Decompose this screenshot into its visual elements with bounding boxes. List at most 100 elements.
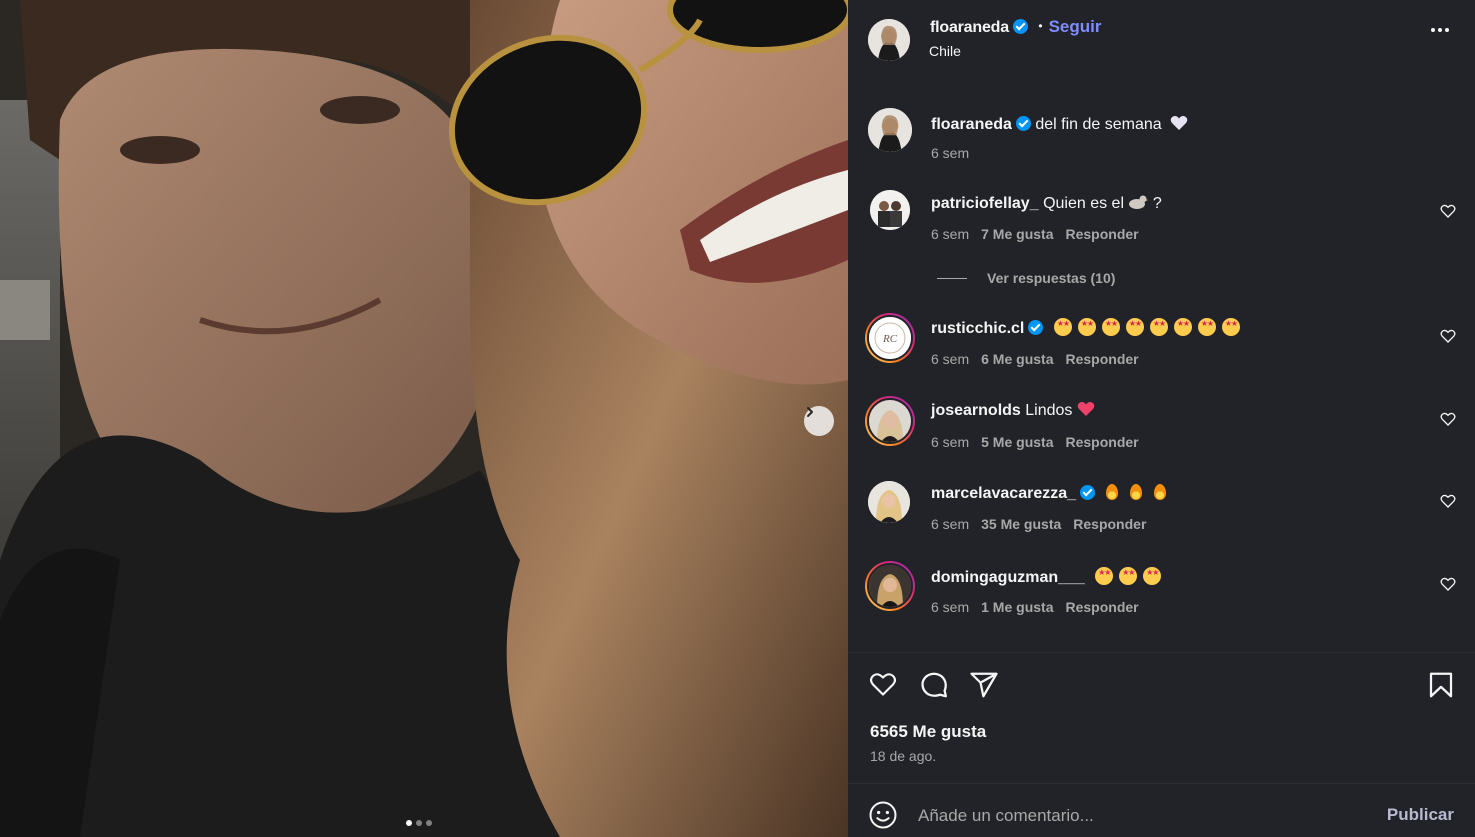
publish-button[interactable]: Publicar bbox=[1387, 805, 1454, 825]
more-icon-dot bbox=[1445, 28, 1449, 32]
comment-time: 6 sem bbox=[931, 351, 970, 367]
fire-emoji-icon bbox=[1129, 483, 1143, 501]
author-username[interactable]: floaraneda bbox=[930, 19, 1009, 36]
commenter-avatar[interactable]: RC bbox=[865, 313, 915, 363]
view-replies-button[interactable]: Ver respuestas (10) bbox=[937, 270, 1115, 286]
commenter-username[interactable]: rusticchic.cl bbox=[931, 320, 1024, 337]
carousel-dot bbox=[416, 820, 422, 826]
comment-text-line: marcelavacarezza_ bbox=[931, 483, 1173, 503]
commenter-username[interactable]: josearnolds bbox=[931, 402, 1021, 419]
comment-meta: 6 sem 1 Me gusta Responder bbox=[931, 599, 1151, 615]
commenter-username[interactable]: domingaguzman___ bbox=[931, 569, 1085, 586]
actions-divider bbox=[848, 652, 1475, 653]
duck-emoji-icon bbox=[1129, 195, 1149, 209]
comment-text-line: rusticchic.cl bbox=[931, 318, 1246, 338]
reply-button[interactable]: Responder bbox=[1065, 226, 1138, 242]
star-struck-emoji-icon bbox=[1197, 318, 1216, 336]
star-struck-emoji-icon bbox=[1173, 318, 1192, 336]
verified-icon bbox=[1028, 320, 1044, 335]
commenter-avatar[interactable] bbox=[865, 396, 915, 446]
comment-input[interactable] bbox=[918, 803, 1358, 829]
post-header: floaraneda • Seguir Chile bbox=[848, 0, 1475, 80]
caption-time: 6 sem bbox=[931, 145, 970, 161]
emoji-icon[interactable] bbox=[868, 800, 898, 830]
comment-time: 6 sem bbox=[931, 599, 970, 615]
post-location[interactable]: Chile bbox=[929, 43, 961, 59]
verified-icon bbox=[1080, 485, 1096, 500]
follow-button[interactable]: Seguir bbox=[1049, 17, 1102, 36]
replies-line bbox=[937, 277, 967, 279]
comments-list[interactable]: floaraneda del fin de semana 6 sem patri… bbox=[848, 80, 1475, 652]
post-photo[interactable] bbox=[0, 0, 848, 837]
comment-time: 6 sem bbox=[931, 226, 970, 242]
caption-meta: 6 sem bbox=[931, 145, 981, 161]
fire-emojis bbox=[1105, 483, 1173, 502]
bookmark-icon[interactable] bbox=[1426, 670, 1456, 700]
comment-meta: 6 sem 7 Me gusta Responder bbox=[931, 226, 1151, 242]
more-options-button[interactable] bbox=[1431, 28, 1449, 32]
carousel-dot bbox=[426, 820, 432, 826]
caption-avatar[interactable] bbox=[868, 108, 912, 152]
likes-count[interactable]: 6565 Me gusta bbox=[870, 722, 986, 742]
view-replies-label: Ver respuestas (10) bbox=[987, 270, 1116, 286]
commenter-username[interactable]: marcelavacarezza_ bbox=[931, 485, 1076, 502]
share-icon[interactable] bbox=[969, 670, 999, 700]
verified-icon bbox=[1012, 19, 1028, 34]
comment-likes[interactable]: 5 Me gusta bbox=[981, 434, 1053, 450]
comment-text-line: josearnolds Lindos bbox=[931, 401, 1095, 420]
comment-text-line: domingaguzman___ bbox=[931, 567, 1167, 587]
comment-text: Quien es el bbox=[1043, 195, 1124, 212]
comment-likes[interactable]: 1 Me gusta bbox=[981, 599, 1053, 615]
star-struck-emoji-icon bbox=[1221, 318, 1240, 336]
photo-illustration bbox=[0, 0, 848, 837]
heart-icon[interactable] bbox=[1440, 203, 1456, 219]
commenter-username[interactable]: patriciofellay_ bbox=[931, 195, 1039, 212]
reply-button[interactable]: Responder bbox=[1065, 599, 1138, 615]
post-side-panel: floaraneda • Seguir Chile floaraneda del … bbox=[848, 0, 1475, 837]
white-heart-emoji-icon bbox=[1170, 116, 1188, 130]
heart-icon[interactable] bbox=[1440, 328, 1456, 344]
commenter-avatar[interactable] bbox=[868, 481, 910, 523]
heart-icon[interactable] bbox=[1440, 411, 1456, 427]
carousel-dot bbox=[406, 820, 412, 826]
reply-button[interactable]: Responder bbox=[1065, 434, 1138, 450]
like-heart-icon[interactable] bbox=[868, 670, 898, 698]
carousel-next-button[interactable] bbox=[804, 406, 834, 436]
fire-emoji-icon bbox=[1153, 483, 1167, 501]
author-line: floaraneda • Seguir bbox=[930, 17, 1101, 37]
star-struck-emoji-icon bbox=[1125, 318, 1144, 336]
caption-text-line: floaraneda del fin de semana bbox=[931, 115, 1188, 134]
star-struck-emoji-icon bbox=[1095, 567, 1114, 585]
comment-divider bbox=[848, 783, 1475, 784]
comment-time: 6 sem bbox=[931, 434, 970, 450]
author-avatar[interactable] bbox=[868, 19, 910, 61]
comment-likes[interactable]: 35 Me gusta bbox=[981, 516, 1061, 532]
reply-button[interactable]: Responder bbox=[1065, 351, 1138, 367]
add-comment-bar: Publicar bbox=[848, 795, 1475, 837]
comment-time: 6 sem bbox=[931, 516, 970, 532]
star-struck-emojis bbox=[1095, 567, 1167, 586]
comment-likes[interactable]: 6 Me gusta bbox=[981, 351, 1053, 367]
comment-icon[interactable] bbox=[919, 670, 949, 700]
reply-button[interactable]: Responder bbox=[1073, 516, 1146, 532]
post-date: 18 de ago. bbox=[870, 748, 937, 764]
comment-meta: 6 sem 35 Me gusta Responder bbox=[931, 516, 1158, 532]
caption-username[interactable]: floaraneda bbox=[931, 116, 1012, 133]
star-struck-emojis bbox=[1053, 318, 1246, 337]
post-actions-bar bbox=[848, 666, 1475, 706]
star-struck-emoji-icon bbox=[1053, 318, 1072, 336]
more-icon bbox=[1431, 28, 1435, 32]
heart-icon[interactable] bbox=[1440, 493, 1456, 509]
carousel-dots bbox=[406, 820, 432, 826]
caption-text: del fin de semana bbox=[1035, 116, 1162, 133]
heart-icon[interactable] bbox=[1440, 576, 1456, 592]
comment-likes[interactable]: 7 Me gusta bbox=[981, 226, 1053, 242]
svg-text:RC: RC bbox=[882, 333, 898, 345]
fire-emoji-icon bbox=[1105, 483, 1119, 501]
comment-meta: 6 sem 6 Me gusta Responder bbox=[931, 351, 1151, 367]
chevron-right-icon bbox=[807, 407, 813, 417]
commenter-avatar[interactable] bbox=[865, 561, 915, 611]
pink-heart-emoji-icon bbox=[1077, 402, 1095, 416]
commenter-avatar[interactable] bbox=[870, 190, 910, 230]
star-struck-emoji-icon bbox=[1143, 567, 1162, 585]
